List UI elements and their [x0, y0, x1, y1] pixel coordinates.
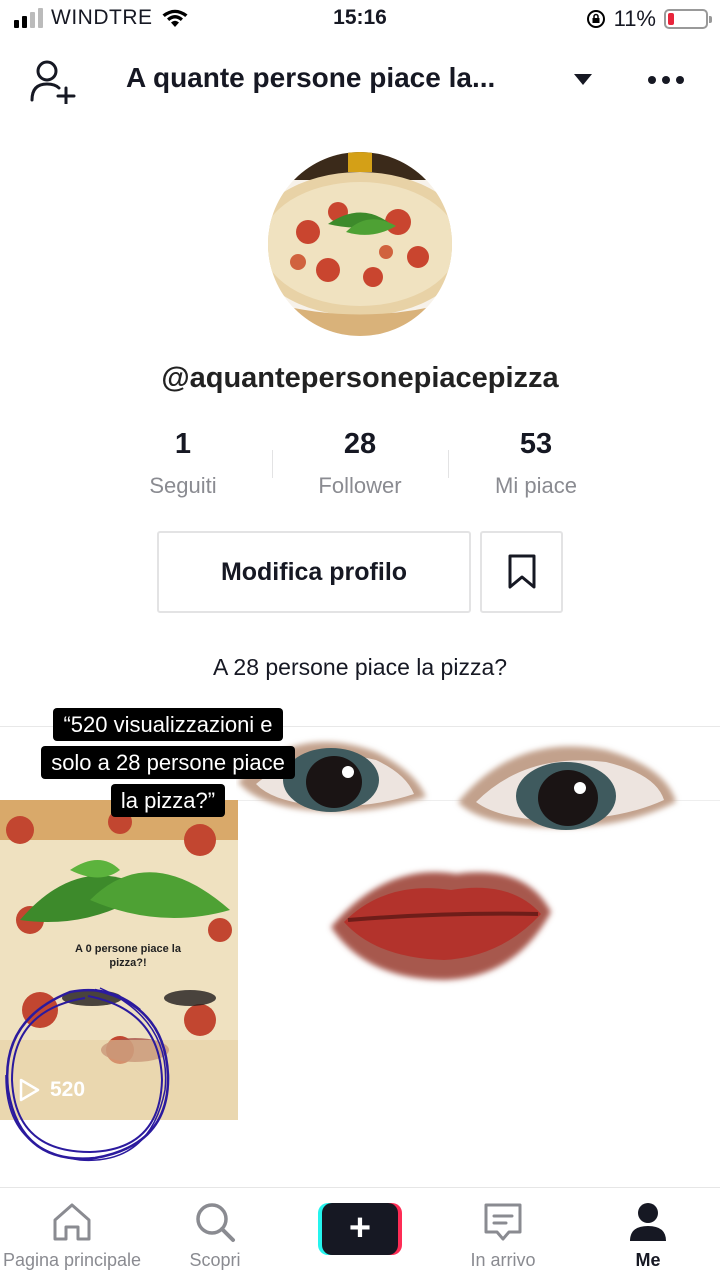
nav-discover[interactable]: Scopri — [140, 1188, 290, 1280]
stat-likes[interactable]: 53 Mi piace — [446, 428, 626, 499]
battery-icon — [664, 9, 712, 29]
nav-me[interactable]: Me — [573, 1188, 720, 1280]
status-right: 11% — [586, 6, 712, 32]
nav-inbox-label: In arrivo — [470, 1250, 536, 1270]
inbox-icon — [484, 1203, 522, 1241]
create-video-button[interactable]: + — [318, 1203, 402, 1255]
profile-bio: A 28 persone piace la pizza? — [212, 654, 508, 680]
quote-line: “520 visualizzazioni e — [53, 708, 283, 741]
search-icon — [196, 1203, 235, 1242]
stat-following[interactable]: 1 Seguiti — [93, 428, 273, 499]
stat-following-label: Seguiti — [149, 473, 217, 498]
video-play-count: 520 — [18, 1078, 85, 1102]
username: @aquantepersonepiacepizza — [161, 362, 559, 394]
video-caption: A 0 persone piace la pizza?! — [75, 943, 181, 969]
nav-discover-label: Scopri — [189, 1250, 241, 1270]
profile-header: A quante persone piace la... — [0, 50, 720, 110]
home-icon — [53, 1203, 91, 1241]
add-user-icon[interactable] — [28, 58, 78, 104]
stat-likes-label: Mi piace — [495, 473, 577, 498]
bookmarks-button[interactable] — [480, 531, 563, 613]
overlay-quote: “520 visualizzazioni e solo a 28 persone… — [18, 706, 318, 820]
avatar[interactable] — [268, 152, 452, 336]
stat-likes-count: 53 — [519, 428, 553, 460]
bookmark-icon — [508, 554, 535, 589]
header-title[interactable]: A quante persone piace la... — [126, 62, 495, 94]
nav-inbox[interactable]: In arrivo — [428, 1188, 578, 1280]
stat-following-count: 1 — [174, 428, 192, 460]
play-count-value: 520 — [50, 1078, 86, 1101]
plus-icon: + — [348, 1206, 372, 1249]
nav-me-label: Me — [635, 1250, 661, 1270]
quote-line: solo a 28 persone piace — [41, 746, 295, 779]
play-icon — [19, 1078, 40, 1102]
nav-home-label: Pagina principale — [2, 1250, 142, 1270]
stat-followers-count: 28 — [343, 428, 377, 460]
more-dots-icon[interactable] — [648, 76, 684, 84]
stat-followers-label: Follower — [318, 473, 402, 498]
battery-percent: 11% — [613, 6, 656, 31]
caret-down-icon[interactable] — [574, 74, 592, 85]
rotation-lock-icon — [586, 10, 605, 28]
status-bar: WINDTRE 15:16 11% — [0, 0, 720, 40]
profile-icon — [630, 1203, 666, 1241]
edit-profile-button[interactable]: Modifica profilo — [157, 531, 471, 613]
nav-home[interactable]: Pagina principale — [0, 1188, 147, 1280]
quote-line: la pizza?” — [110, 784, 226, 817]
stat-followers[interactable]: 28 Follower — [270, 428, 450, 499]
